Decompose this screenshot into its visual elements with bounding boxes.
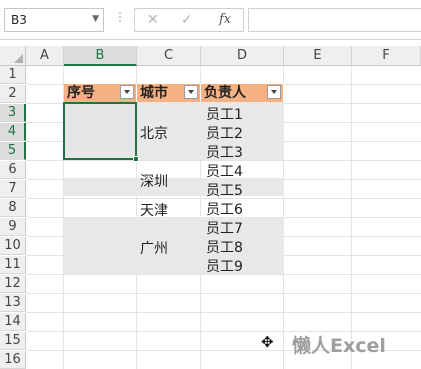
row-header-11[interactable]: 11 (0, 256, 26, 274)
row-header-8[interactable]: 8 (0, 199, 26, 217)
owner-cell[interactable]: 员工9 (206, 256, 243, 276)
cancel-icon[interactable]: ✕ (147, 12, 159, 28)
watermark: 懒人Excel (292, 335, 386, 357)
insert-function-icon[interactable]: fx (219, 12, 231, 27)
row-header-16[interactable]: 16 (0, 351, 26, 369)
row-header-10[interactable]: 10 (0, 237, 26, 255)
row-header-4[interactable]: 4 (0, 123, 26, 141)
header-owner: 负责人 (201, 84, 284, 102)
owner-cell[interactable]: 员工3 (206, 142, 243, 162)
column-header-f[interactable]: F (352, 46, 421, 66)
header-seq-label: 序号 (67, 85, 95, 101)
row-header-13[interactable]: 13 (0, 294, 26, 312)
row-header-2[interactable]: 2 (0, 85, 26, 103)
column-header-b[interactable]: B (64, 46, 137, 66)
row-header-6[interactable]: 6 (0, 161, 26, 179)
header-city: 城市 (137, 84, 201, 102)
formula-buttons: ✕ ✓ fx (134, 8, 244, 32)
city-cell[interactable]: 北京 (140, 123, 168, 143)
column-header-a[interactable]: A (26, 46, 64, 66)
row-header-15[interactable]: 15 (0, 332, 26, 350)
formula-input[interactable] (248, 8, 421, 32)
city-cell[interactable]: 广州 (140, 238, 168, 258)
formula-bar-area: B3 ▼ ⋮ ✕ ✓ fx (0, 0, 421, 40)
row-gridline (26, 312, 421, 313)
filter-dropdown-icon[interactable] (120, 85, 134, 99)
row-header-5[interactable]: 5 (0, 142, 26, 160)
name-box-value: B3 (11, 13, 27, 27)
move-cursor-icon: ✥ (261, 333, 274, 351)
row-header-1[interactable]: 1 (0, 66, 26, 84)
select-all-corner[interactable] (0, 46, 26, 66)
fill-handle[interactable] (133, 156, 139, 162)
column-header-d[interactable]: D (201, 46, 284, 66)
header-owner-label: 负责人 (204, 85, 246, 101)
owner-cell[interactable]: 员工1 (206, 104, 243, 124)
row-gridline (26, 293, 421, 294)
filter-dropdown-icon[interactable] (184, 85, 198, 99)
header-seq: 序号 (64, 84, 137, 102)
drag-handle-icon[interactable]: ⋮ (114, 11, 126, 23)
name-box[interactable]: B3 ▼ (4, 8, 104, 32)
header-city-label: 城市 (140, 85, 168, 101)
column-header-c[interactable]: C (137, 46, 201, 66)
row-header-14[interactable]: 14 (0, 313, 26, 331)
confirm-icon[interactable]: ✓ (181, 12, 193, 28)
selected-range-b3-b5[interactable] (63, 102, 139, 162)
column-header-e[interactable]: E (284, 46, 352, 66)
owner-cell[interactable]: 员工2 (206, 123, 243, 143)
row-header-3[interactable]: 3 (0, 104, 26, 122)
row-header-12[interactable]: 12 (0, 275, 26, 293)
owner-cell[interactable]: 员工4 (206, 161, 243, 181)
city-cell[interactable]: 天津 (140, 200, 168, 220)
owner-cell[interactable]: 员工7 (206, 218, 243, 238)
row-header-7[interactable]: 7 (0, 180, 26, 198)
row-header-9[interactable]: 9 (0, 218, 26, 236)
owner-cell[interactable]: 员工6 (206, 199, 243, 219)
owner-cell[interactable]: 员工8 (206, 237, 243, 257)
filter-dropdown-icon[interactable] (267, 85, 281, 99)
chevron-down-icon[interactable]: ▼ (92, 14, 99, 24)
owner-cell[interactable]: 员工5 (206, 180, 243, 200)
city-cell[interactable]: 深圳 (140, 171, 168, 191)
